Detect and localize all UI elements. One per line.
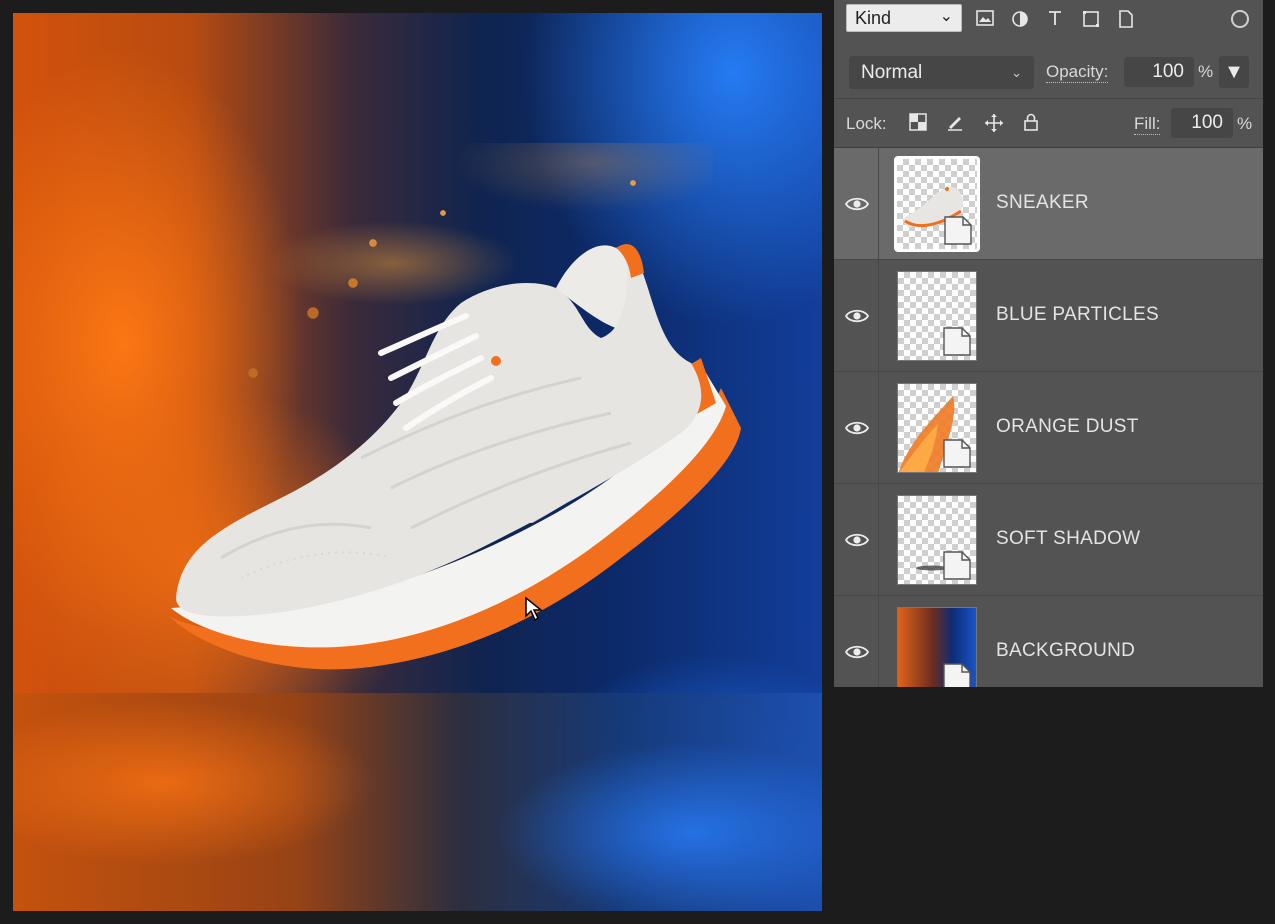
eye-divider bbox=[878, 484, 879, 596]
layer-filter-bar: Kind ⌄ bbox=[834, 0, 1263, 40]
smart-object-badge-icon bbox=[943, 327, 971, 356]
eye-divider bbox=[878, 260, 879, 372]
layer-name: ORANGE DUST bbox=[996, 416, 1139, 437]
opacity-label[interactable]: Opacity: bbox=[1046, 62, 1109, 83]
opacity-input[interactable]: 100 bbox=[1124, 57, 1194, 87]
blend-options-bar: Normal ⌄ Opacity: 100 % ▼ bbox=[834, 48, 1263, 99]
filter-kind-select[interactable]: Kind ⌄ bbox=[846, 4, 962, 32]
visibility-eye-icon[interactable] bbox=[844, 194, 870, 214]
lock-image-pixels-icon[interactable] bbox=[946, 113, 966, 133]
layer-name: BLUE PARTICLES bbox=[996, 304, 1159, 325]
mouse-pointer-icon bbox=[525, 596, 544, 622]
layer-thumbnail bbox=[894, 156, 980, 252]
opacity-slider-toggle[interactable]: ▼ bbox=[1219, 56, 1249, 88]
chevron-down-icon: ⌄ bbox=[939, 8, 953, 25]
lock-all-icon[interactable] bbox=[1023, 113, 1043, 133]
sneaker-image bbox=[169, 244, 741, 670]
layers-list: SNEAKER BLUE PARTICLES ORANGE DUST SOFT … bbox=[834, 148, 1263, 687]
visibility-eye-icon[interactable] bbox=[844, 418, 870, 438]
layer-row-orange-dust[interactable]: ORANGE DUST bbox=[834, 372, 1263, 484]
layer-row-sneaker[interactable]: SNEAKER bbox=[834, 148, 1263, 260]
layer-name: SOFT SHADOW bbox=[996, 528, 1141, 549]
adjustment-filter-icon[interactable] bbox=[1011, 10, 1029, 28]
layer-thumbnail bbox=[897, 495, 977, 585]
eye-divider bbox=[878, 596, 879, 687]
layer-row-soft-shadow[interactable]: SOFT SHADOW bbox=[834, 484, 1263, 596]
smart-object-badge-icon bbox=[943, 439, 971, 468]
blend-mode-value: Normal bbox=[861, 62, 923, 83]
filter-toggle-icon[interactable] bbox=[1231, 10, 1249, 28]
layer-thumbnail bbox=[897, 271, 977, 361]
document-canvas[interactable] bbox=[13, 13, 822, 911]
visibility-eye-icon[interactable] bbox=[844, 530, 870, 550]
visibility-eye-icon[interactable] bbox=[844, 642, 870, 662]
shape-filter-icon[interactable] bbox=[1082, 10, 1100, 28]
lock-transparent-pixels-icon[interactable] bbox=[909, 113, 929, 133]
layer-row-background[interactable]: BACKGROUND bbox=[834, 596, 1263, 687]
chevron-down-icon: ⌄ bbox=[1011, 65, 1022, 80]
layer-name: SNEAKER bbox=[996, 192, 1089, 213]
opacity-percent: % bbox=[1198, 62, 1214, 81]
layers-panel: Kind ⌄ Normal ⌄ Opacity: 100 % ▼ Lock: F… bbox=[834, 0, 1263, 687]
fill-input[interactable]: 100 bbox=[1171, 108, 1233, 138]
smart-object-badge-icon bbox=[943, 551, 971, 580]
blend-mode-select[interactable]: Normal ⌄ bbox=[849, 56, 1034, 89]
filter-kind-label: Kind bbox=[855, 8, 892, 28]
layer-name: BACKGROUND bbox=[996, 640, 1136, 661]
layer-thumbnail bbox=[897, 607, 977, 687]
lock-options-bar: Lock: Fill: 100 % bbox=[834, 99, 1263, 148]
layer-thumbnail bbox=[897, 383, 977, 473]
layer-row-blue-particles[interactable]: BLUE PARTICLES bbox=[834, 260, 1263, 372]
smart-object-badge-icon bbox=[943, 663, 971, 687]
smart-object-filter-icon[interactable] bbox=[1117, 10, 1135, 28]
eye-divider bbox=[878, 372, 879, 484]
type-filter-icon[interactable] bbox=[1046, 10, 1064, 28]
fill-percent: % bbox=[1237, 114, 1253, 133]
visibility-eye-icon[interactable] bbox=[844, 306, 870, 326]
smart-object-badge-icon bbox=[944, 216, 972, 245]
fill-label[interactable]: Fill: bbox=[1134, 114, 1161, 135]
lock-label: Lock: bbox=[846, 114, 887, 133]
eye-divider bbox=[878, 148, 879, 260]
image-filter-icon[interactable] bbox=[976, 10, 994, 28]
lock-position-icon[interactable] bbox=[984, 113, 1004, 133]
